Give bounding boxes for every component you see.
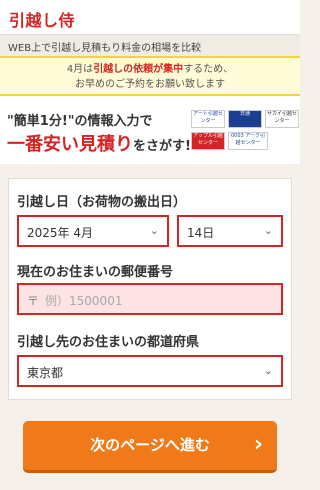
chevron-down-icon: ⌄ [263, 364, 273, 377]
chevron-right-icon: › [253, 432, 263, 457]
partner-logo-ark: 0003 アーク引越センター [228, 132, 268, 150]
app-header: 引越し侍 [0, 0, 300, 34]
promo-headline-tail: をさがす! [133, 139, 191, 154]
notice-line-2: お早めのご予約をお願い致します [75, 79, 225, 90]
promo-headline-highlight: 一番安い見積り [7, 134, 133, 155]
tagline-text: WEB上で引越し見積もり料金の相場を比較 [8, 43, 202, 54]
tagline-bar: WEB上で引越し見積もり料金の相場を比較 [0, 34, 300, 56]
day-select[interactable]: 14日 ⌄ [177, 215, 283, 247]
promo-banner: "簡単1分!"の情報入力で 一番安い見積りをさがす! アート引越センター 日通 … [0, 96, 300, 164]
next-button-label: 次のページへ進む [90, 436, 210, 454]
dest-pref-label: 引越し先のお住まいの都道府県 [17, 335, 200, 350]
prefecture-select[interactable]: 東京都 ⌄ [17, 355, 283, 387]
partner-logo-nittsu: 日通 [228, 110, 262, 128]
prefecture-value: 東京都 [27, 366, 64, 380]
booking-notice: 4月は引越しの依頼が集中するため、 お早めのご予約をお願い致します [0, 56, 300, 96]
next-page-button[interactable]: 次のページへ進む › [23, 421, 277, 473]
promo-catch-line: "簡単1分!"の情報入力で [7, 114, 153, 129]
partner-logo-sakai: サカイ引越センター [265, 110, 299, 128]
postal-mark-icon: 〒 [27, 294, 40, 308]
postal-placeholder: 例）1500001 [45, 294, 123, 308]
current-postal-label: 現在のお住まいの郵便番号 [17, 265, 174, 280]
chevron-down-icon: ⌄ [149, 224, 159, 237]
chevron-down-icon: ⌄ [263, 224, 273, 237]
promo-headline: 一番安い見積りをさがす! [7, 130, 191, 156]
postal-code-input[interactable]: 〒例）1500001 [17, 283, 283, 315]
notice-prefix: 4月は [66, 64, 94, 75]
day-value: 14日 [187, 226, 215, 240]
notice-suffix: するため、 [183, 64, 234, 75]
year-month-value: 2025年 4月 [27, 226, 93, 240]
site-logo[interactable]: 引越し侍 [9, 7, 75, 31]
notice-highlight: 引越しの依頼が集中 [93, 64, 184, 75]
notice-line-1: 4月は引越しの依頼が集中するため、 [0, 62, 300, 77]
partner-logo-apple: アップル引越センター [191, 132, 225, 150]
estimate-form: 引越し日（お荷物の搬出日） 2025年 4月 ⌄ 14日 ⌄ 現在のお住まいの郵… [8, 178, 292, 400]
move-date-label: 引越し日（お荷物の搬出日） [17, 195, 187, 210]
partner-logo-art: アート引越センター [191, 110, 225, 128]
year-month-select[interactable]: 2025年 4月 ⌄ [17, 215, 169, 247]
